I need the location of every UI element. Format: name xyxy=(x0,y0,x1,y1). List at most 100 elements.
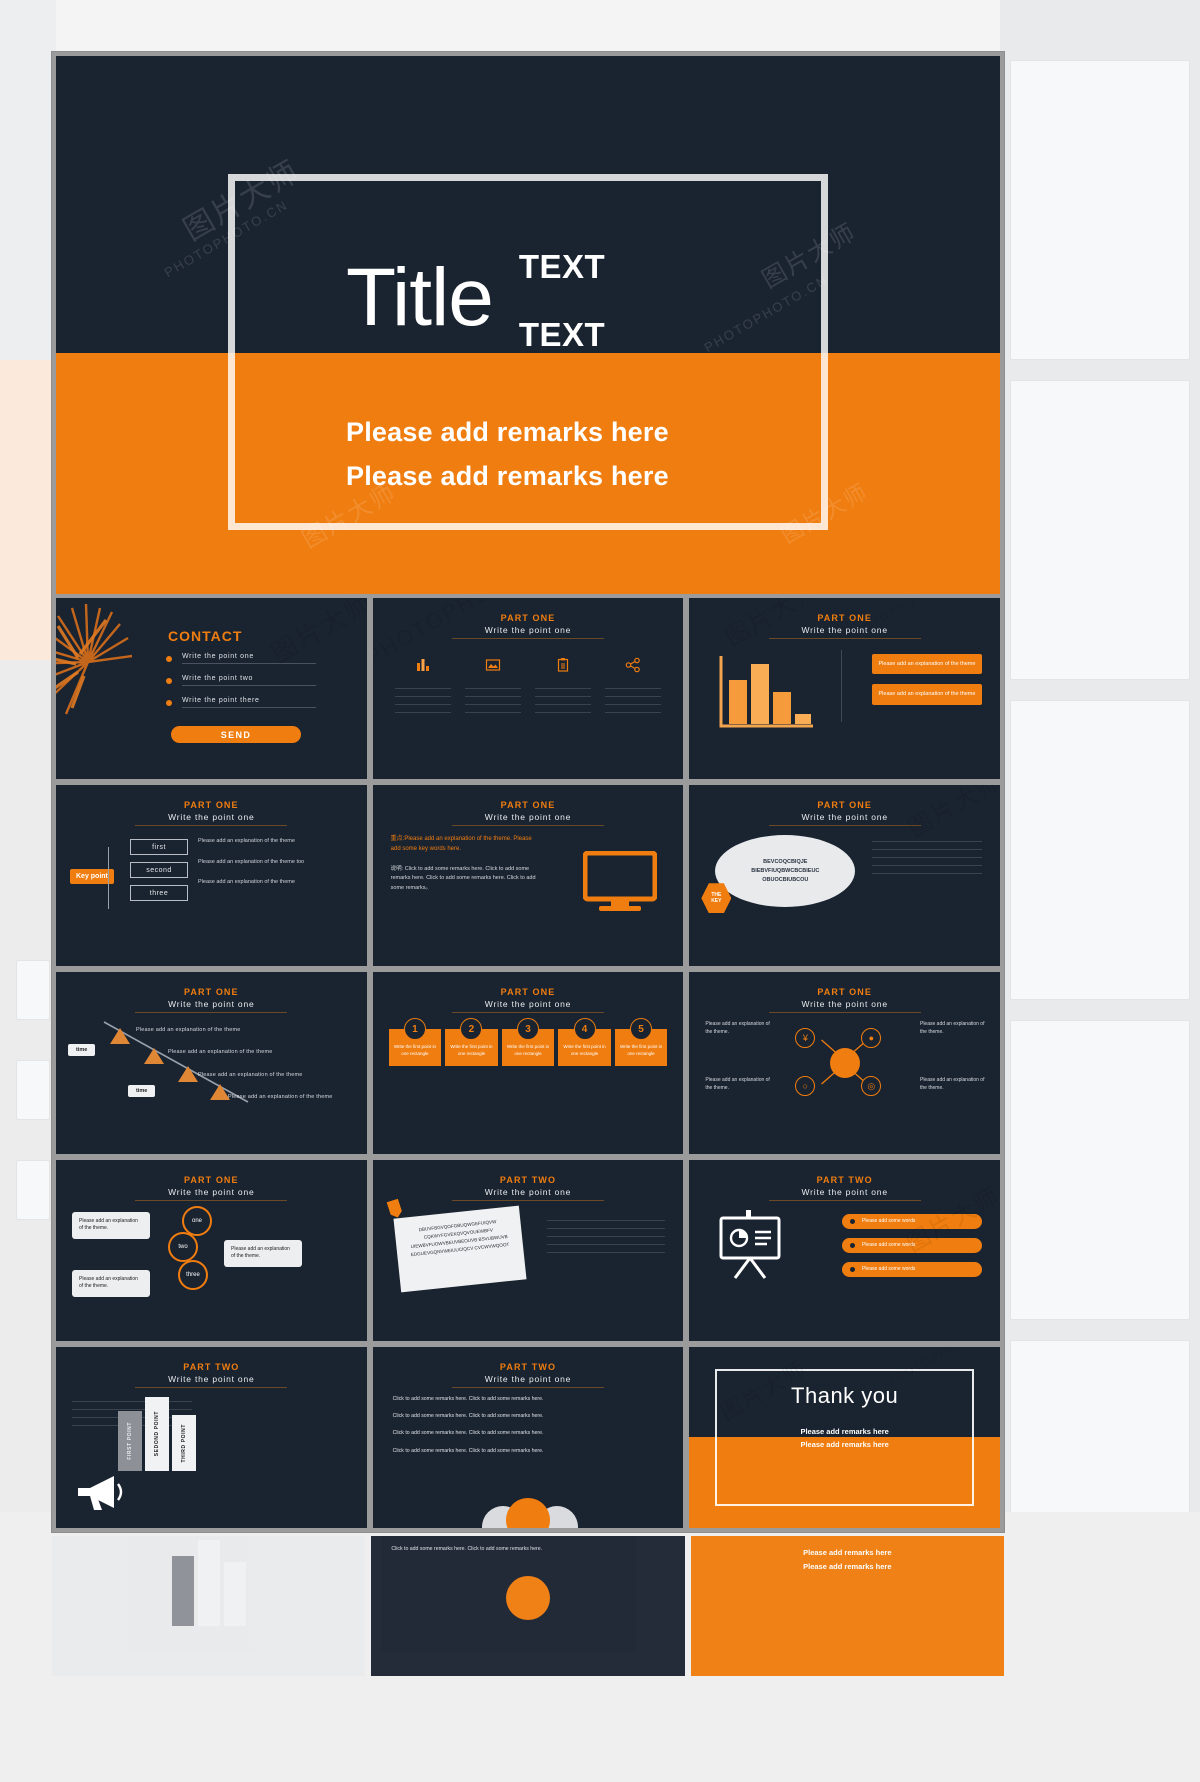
tag-clip-icon xyxy=(386,1198,403,1219)
slide-contact[interactable]: CONTACT Write the point one Write the po… xyxy=(56,598,367,780)
megaphone-icon xyxy=(78,1475,123,1510)
peek-slide-3[interactable]: Please add remarks here Please add remar… xyxy=(690,1536,1004,1676)
slide-part-label: PART ONE xyxy=(817,800,872,811)
bar-first[interactable]: FIRST POINT xyxy=(118,1410,142,1471)
header-rule xyxy=(135,1199,288,1201)
bar-label: THIRD POINT xyxy=(181,1423,187,1463)
header-rule xyxy=(451,1199,604,1201)
slide-note-card[interactable]: PART TWO Write the point one DBUVFBGVQOF… xyxy=(372,1159,684,1341)
text-lines xyxy=(464,688,521,713)
contact-list: Write the point one Write the point two … xyxy=(166,653,316,719)
contact-row[interactable]: Write the point there xyxy=(166,697,316,708)
step-box[interactable]: three xyxy=(130,885,188,902)
numbered-card-row: 1 Write the first point in one rectangle… xyxy=(388,1018,668,1066)
page-root: Title TEXT TEXT Please add remarks here … xyxy=(0,0,1200,1782)
send-button[interactable]: SEND xyxy=(171,726,301,743)
remarks-text-list: Click to add some remarks here. Click to… xyxy=(393,1395,664,1455)
explanation-chip[interactable]: Please add an explanation of the theme xyxy=(871,684,982,705)
slide-megaphone[interactable]: PART TWO Write the point one FIRST POINT… xyxy=(56,1346,367,1528)
body-text: 说明: Click to add some remarks here. Clic… xyxy=(390,865,536,891)
icon-column[interactable] xyxy=(464,654,521,713)
slide-header: PART ONE Write the point one xyxy=(56,1175,367,1201)
peek-slide-2[interactable]: Click to add some remarks here. Click to… xyxy=(371,1536,685,1676)
pill-dot-icon xyxy=(849,1266,855,1272)
slide-subtitle: Write the point one xyxy=(484,999,572,1010)
numbered-card[interactable]: 3 Write the first point in one rectangle xyxy=(501,1018,555,1066)
icon-column[interactable] xyxy=(394,654,451,713)
hero-remark-1: Please add remarks here xyxy=(346,417,669,447)
pill-item[interactable]: Please add some words xyxy=(841,1261,982,1277)
slide-header: PART ONE Write the point one xyxy=(373,987,684,1014)
thank-you-remarks: Please add remarks here Please add remar… xyxy=(689,1425,1000,1451)
explanation-chip[interactable]: Please add an explanation of the theme xyxy=(871,654,982,675)
slide-header: PART ONE Write the point one xyxy=(56,987,367,1014)
numbered-card[interactable]: 5 Write the first point in one rectangle xyxy=(614,1018,668,1066)
share-icon xyxy=(625,654,641,676)
step-box[interactable]: second xyxy=(130,862,188,879)
pill-item[interactable]: Please add some words xyxy=(841,1237,982,1253)
slide-part-label: PART TWO xyxy=(183,1361,240,1372)
hero-slide[interactable]: Title TEXT TEXT Please add remarks here … xyxy=(56,56,1000,594)
slide-part-label: PART TWO xyxy=(499,1361,557,1372)
time-tag: time xyxy=(128,1085,156,1098)
pill-item[interactable]: Please add some words xyxy=(841,1213,982,1229)
hero-remark-2: Please add remarks here xyxy=(346,460,669,491)
bar-second[interactable]: SEDOND POINT xyxy=(145,1396,169,1471)
hero-title-row: Title TEXT TEXT xyxy=(346,242,766,354)
ring-three[interactable]: three xyxy=(178,1259,208,1290)
slide-key-point[interactable]: PART ONE Write the point one Key point f… xyxy=(56,785,367,967)
key-badge-line-2: KEY xyxy=(711,898,722,905)
presentation-board-icon xyxy=(719,1209,781,1279)
header-rule xyxy=(768,1012,921,1014)
slide-thank-you[interactable]: Thank you Please add remarks here Please… xyxy=(689,1346,1000,1528)
contact-item-label: Write the point one xyxy=(182,653,316,664)
hero-text-stack: TEXT TEXT xyxy=(519,242,605,354)
remark-line: Click to add some remarks here. Click to… xyxy=(392,1447,544,1454)
contact-row[interactable]: Write the point one xyxy=(166,653,316,664)
timeline-item: Please add an explanation of the theme xyxy=(136,1027,241,1034)
ring-one[interactable]: one xyxy=(182,1205,212,1236)
slide-remarks-list[interactable]: PART TWO Write the point one Click to ad… xyxy=(372,1346,684,1528)
slide-header: PART ONE Write the point one xyxy=(689,613,1000,639)
timeline-item: Please add an explanation of the theme xyxy=(198,1072,303,1079)
slide-subtitle: Write the point one xyxy=(801,812,888,823)
header-rule xyxy=(135,1386,288,1388)
ring-two[interactable]: two xyxy=(168,1231,198,1262)
time-tag: time xyxy=(68,1044,96,1057)
highlight-text: 重点:Please add an explanation of the them… xyxy=(390,836,532,853)
slide-bubbles[interactable]: PART ONE Write the point one one two thr… xyxy=(56,1159,367,1341)
slide-header: PART ONE Write the point one xyxy=(56,800,367,827)
contact-item-label: Write the point there xyxy=(182,697,316,708)
slide-four-icons[interactable]: PART ONE Write the point one PHOTOPHOTO.… xyxy=(372,598,684,780)
slide-numbered-cards[interactable]: PART ONE Write the point one 1 Write the… xyxy=(372,972,684,1154)
thank-you-remark-2: Please add remarks here xyxy=(800,1439,889,1449)
slide-hub[interactable]: PART ONE Write the point one ¥ ● ○ ◎ Ple… xyxy=(689,972,1000,1154)
hero-text-1: TEXT xyxy=(518,248,606,285)
step-box[interactable]: first xyxy=(130,839,188,856)
contact-row[interactable]: Write the point two xyxy=(166,675,316,686)
slide-subtitle: Write the point one xyxy=(484,1186,572,1197)
pill-label: Please add some words xyxy=(861,1218,916,1225)
bullet-dot-icon xyxy=(166,677,172,684)
numbered-card[interactable]: 4 Write the first point in one rectangle xyxy=(558,1018,611,1066)
slide-bar-chart[interactable]: PART ONE Write the point one Please add … xyxy=(689,598,1000,780)
slide-subtitle: Write the point one xyxy=(801,1186,888,1197)
icon-column[interactable] xyxy=(605,654,662,713)
header-rule xyxy=(768,1199,921,1201)
icon-column[interactable] xyxy=(535,654,592,713)
numbered-card[interactable]: 1 Write the first point in one rectangle xyxy=(388,1018,442,1066)
peek-circle-orange xyxy=(505,1576,550,1620)
numbered-card[interactable]: 2 Write the first point in one rectangle xyxy=(445,1018,498,1066)
slide-timeline[interactable]: PART ONE Write the point one time time P… xyxy=(56,972,367,1154)
bar-third[interactable]: THIRD POINT xyxy=(172,1414,196,1471)
slide-monitor[interactable]: PART ONE Write the point one 重点:Please a… xyxy=(372,785,684,967)
hub-label: Please add an explanation of the theme. xyxy=(919,1077,985,1092)
bg-card-1 xyxy=(1010,60,1190,360)
peek-slide-1[interactable] xyxy=(52,1536,366,1676)
slide-oval[interactable]: PART ONE Write the point one BEVCOQCBIQJ… xyxy=(689,785,1000,967)
bg-left-top xyxy=(0,0,56,360)
slide-header: PART ONE Write the point one xyxy=(373,613,684,639)
slide-part-label: PART ONE xyxy=(500,800,556,811)
bar-chart-graphic xyxy=(719,656,814,728)
slide-presentation-board[interactable]: PART TWO Write the point one Please add … xyxy=(689,1159,1000,1341)
